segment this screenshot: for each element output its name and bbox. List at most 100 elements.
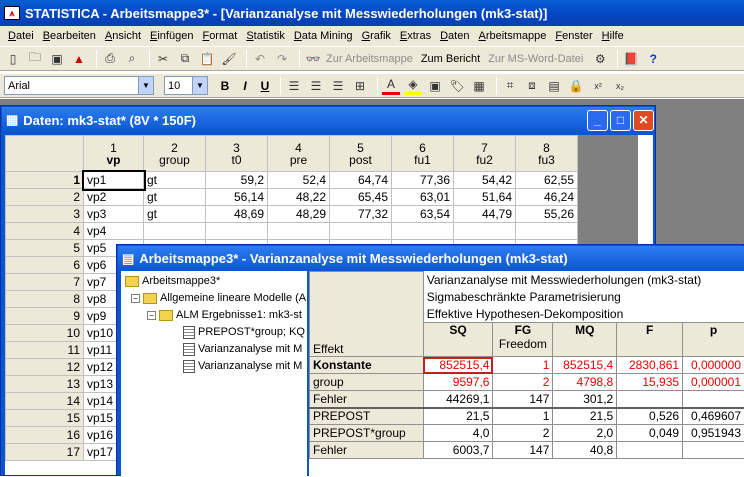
result-cell[interactable]: 2,0 xyxy=(553,425,617,442)
tree-node-results[interactable]: −ALM Ergebnisse1: mk3-st xyxy=(147,307,302,323)
cell-vp[interactable]: vp2 xyxy=(84,189,144,206)
cell-value[interactable]: 56,14 xyxy=(206,189,268,206)
row-header[interactable]: 9 xyxy=(6,308,84,325)
result-cell[interactable]: 21,5 xyxy=(423,408,493,425)
cell-vp[interactable]: vp1 xyxy=(84,172,144,189)
align-right-icon[interactable]: ☰ xyxy=(329,77,347,95)
result-cell[interactable]: 4,0 xyxy=(423,425,493,442)
cell-value[interactable]: 48,22 xyxy=(268,189,330,206)
result-cell[interactable]: 44269,1 xyxy=(423,391,493,408)
row-header[interactable]: 5 xyxy=(6,240,84,257)
print-preview-icon[interactable]: ⌕ xyxy=(123,50,141,68)
copy-icon[interactable]: ⧉ xyxy=(176,50,194,68)
effect-label[interactable]: PREPOST*group xyxy=(310,425,424,442)
font-size-select[interactable]: 10▼ xyxy=(164,76,208,95)
cell-value[interactable]: 48,29 xyxy=(268,206,330,223)
result-cell[interactable]: 1 xyxy=(493,408,553,425)
to-report-button[interactable]: Zum Bericht xyxy=(421,53,480,65)
effect-label[interactable]: group xyxy=(310,374,424,391)
result-cell[interactable]: 40,8 xyxy=(553,442,617,459)
result-cell[interactable] xyxy=(617,391,683,408)
result-cell[interactable] xyxy=(683,442,744,459)
underline-button[interactable]: U xyxy=(256,77,274,95)
row-header[interactable]: 6 xyxy=(6,257,84,274)
cell-value[interactable] xyxy=(454,223,516,240)
lock-icon[interactable]: 🔒 xyxy=(567,77,585,95)
tree-node-anova-2[interactable]: Varianzanalyse mit M xyxy=(183,358,302,374)
menu-item[interactable]: Ansicht xyxy=(105,30,141,42)
effect-label[interactable]: Fehler xyxy=(310,442,424,459)
column-header[interactable]: 3t0 xyxy=(206,136,268,172)
result-cell[interactable]: 852515,4 xyxy=(553,357,617,374)
to-word-button[interactable]: Zur MS-Word-Datei xyxy=(488,53,583,65)
cell-value[interactable]: 46,24 xyxy=(516,189,578,206)
print-icon[interactable]: ⎙ xyxy=(101,50,119,68)
cell-value[interactable]: 59,2 xyxy=(206,172,268,189)
menu-item[interactable]: Arbeitsmappe xyxy=(478,30,546,42)
menu-item[interactable]: Statistik xyxy=(246,30,285,42)
menu-item[interactable]: Bearbeiten xyxy=(43,30,96,42)
cross-grid-icon[interactable]: ⌗ xyxy=(501,77,519,95)
cell-value[interactable]: 55,26 xyxy=(516,206,578,223)
column-header[interactable]: 4pre xyxy=(268,136,330,172)
result-cell[interactable]: 0,049 xyxy=(617,425,683,442)
row-header[interactable]: 13 xyxy=(6,376,84,393)
data-window-titlebar[interactable]: ▦ Daten: mk3-stat* (8V * 150F) _ □ ✕ xyxy=(2,107,654,133)
result-cell[interactable]: 15,935 xyxy=(617,374,683,391)
cell-value[interactable]: 65,45 xyxy=(330,189,392,206)
cell-value[interactable]: 63,01 xyxy=(392,189,454,206)
undo-icon[interactable]: ↶ xyxy=(251,50,269,68)
cell-value[interactable]: 64,74 xyxy=(330,172,392,189)
format-painter-icon[interactable]: 🖌 xyxy=(220,50,238,68)
redo-icon[interactable]: ↷ xyxy=(273,50,291,68)
result-cell[interactable]: 0,526 xyxy=(617,408,683,425)
result-column-header[interactable]: FGFreedom xyxy=(493,323,553,357)
border-icon[interactable]: ▣ xyxy=(426,77,444,95)
cell-value[interactable] xyxy=(330,223,392,240)
pdf-icon[interactable]: ▲ xyxy=(70,50,88,68)
result-cell[interactable] xyxy=(683,391,744,408)
row-header[interactable]: 10 xyxy=(6,325,84,342)
superscript-icon[interactable]: x² xyxy=(589,77,607,95)
book-icon[interactable]: 📕 xyxy=(622,50,640,68)
font-color-icon[interactable]: A xyxy=(382,77,400,95)
column-header[interactable]: 6fu1 xyxy=(392,136,454,172)
row-header[interactable]: 7 xyxy=(6,274,84,291)
open-folder-icon[interactable]: 🗀 xyxy=(26,50,44,68)
tree-node-anova-1[interactable]: Varianzanalyse mit M xyxy=(183,341,302,357)
result-cell[interactable]: 6003,7 xyxy=(423,442,493,459)
cell-value[interactable]: 44,79 xyxy=(454,206,516,223)
column-header[interactable]: 5post xyxy=(330,136,392,172)
menu-item[interactable]: Einfügen xyxy=(150,30,193,42)
row-header[interactable]: 11 xyxy=(6,342,84,359)
tree-node-prepost[interactable]: PREPOST*group; KQ xyxy=(183,324,305,340)
collapse-icon[interactable]: − xyxy=(131,294,140,303)
row-header[interactable]: 3 xyxy=(6,206,84,223)
cell-group[interactable]: gt xyxy=(144,189,206,206)
tree-node-alm[interactable]: −Allgemeine lineare Modelle (A xyxy=(131,290,306,306)
result-cell[interactable]: 21,5 xyxy=(553,408,617,425)
grid-icon[interactable]: ▦ xyxy=(470,77,488,95)
result-cell[interactable]: 147 xyxy=(493,391,553,408)
cell-value[interactable] xyxy=(206,223,268,240)
menu-item[interactable]: Datei xyxy=(8,30,34,42)
cell-vp[interactable]: vp4 xyxy=(84,223,144,240)
result-cell[interactable]: 9597,6 xyxy=(423,374,493,391)
italic-button[interactable]: I xyxy=(236,77,254,95)
maximize-icon[interactable]: □ xyxy=(610,110,631,131)
select-all-icon[interactable]: ⧈ xyxy=(523,77,541,95)
cell-value[interactable]: 48,69 xyxy=(206,206,268,223)
result-cell[interactable]: 2 xyxy=(493,374,553,391)
table-icon[interactable]: ▤ xyxy=(545,77,563,95)
menu-item[interactable]: Daten xyxy=(440,30,469,42)
effect-label[interactable]: Fehler xyxy=(310,391,424,408)
new-file-icon[interactable]: ▯ xyxy=(4,50,22,68)
cell-value[interactable]: 52,4 xyxy=(268,172,330,189)
result-cell[interactable]: 1 xyxy=(493,357,553,374)
bold-button[interactable]: B xyxy=(216,77,234,95)
cell-value[interactable] xyxy=(516,223,578,240)
menu-item[interactable]: Fenster xyxy=(555,30,592,42)
help-icon[interactable]: ? xyxy=(644,50,662,68)
menu-item[interactable]: Hilfe xyxy=(602,30,624,42)
font-select[interactable]: Arial▼ xyxy=(4,76,154,95)
